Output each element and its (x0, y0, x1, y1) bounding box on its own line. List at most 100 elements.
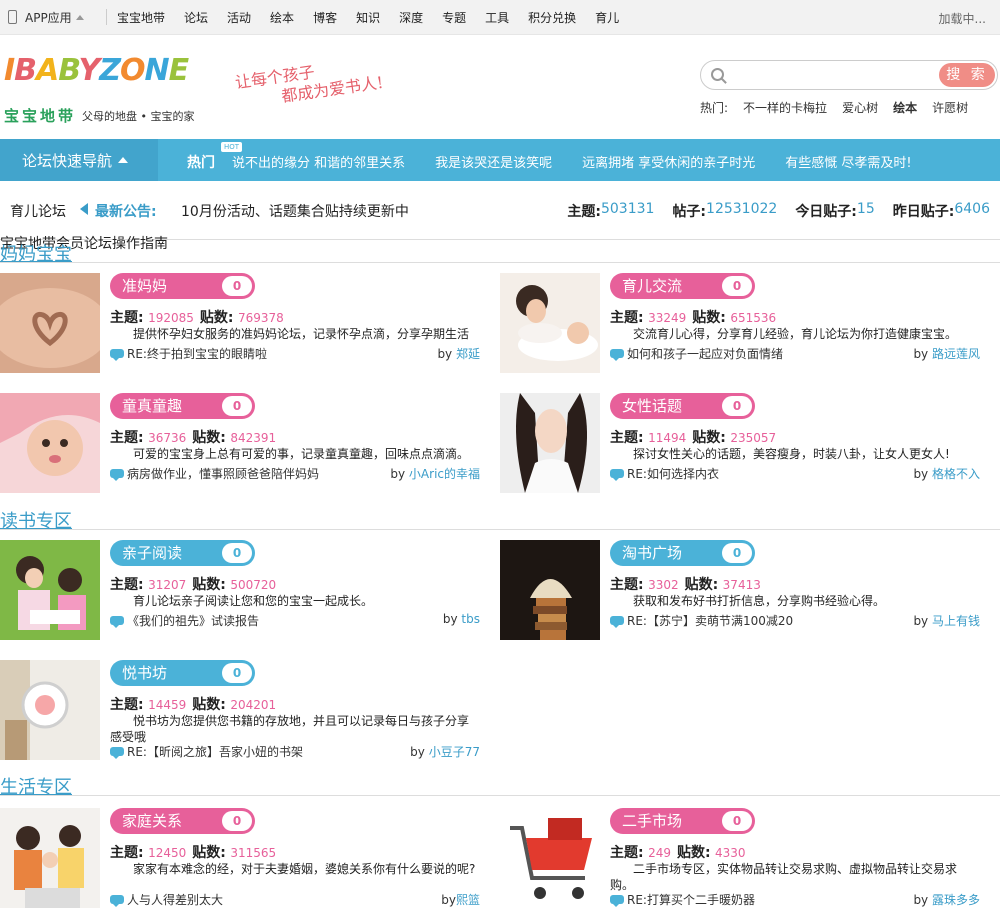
author-link[interactable]: tbs (461, 612, 480, 626)
hot-keywords: 热门: 不一样的卡梅拉 爱心树 绘本 许愿树 (700, 99, 983, 116)
forum-name-pill[interactable]: 淘书广场 0 (610, 540, 755, 566)
forum-thumbnail[interactable] (0, 393, 100, 493)
search-input[interactable] (731, 65, 935, 85)
forum-card: 悦书坊 0 主题: 14459 贴数: 204201 悦书坊为您提供您书籍的存放地，… (0, 660, 480, 760)
author-link[interactable]: 路远莲风 (932, 347, 980, 361)
forum-stats: 主题: 12450 贴数: 311565 (110, 842, 282, 862)
hot-topic-link[interactable]: 远离拥堵 享受休闲的亲子时光 (582, 152, 755, 171)
forum-thumbnail[interactable] (500, 808, 600, 908)
topics-count: 192085 (148, 311, 194, 325)
comment-icon (110, 895, 124, 907)
author-link[interactable]: 小Aric的幸福 (409, 467, 480, 481)
top-nav-item[interactable]: 博客 (313, 9, 337, 26)
author-link[interactable]: 熙篮 (456, 893, 480, 907)
chevron-up-icon (75, 14, 84, 20)
latest-post[interactable]: 病房做作业，懂事照顾爸爸陪伴妈妈 (110, 465, 319, 482)
latest-post[interactable]: RE:终于拍到宝宝的眼睛啦 (110, 345, 267, 362)
top-nav-item[interactable]: 宝宝地带 (117, 9, 165, 26)
latest-post[interactable]: 人与人得差别太大 (110, 891, 223, 908)
latest-post[interactable]: RE:【昕阅之旅】吾家小妞的书架 (110, 743, 303, 760)
posts-label: 贴数: (192, 577, 226, 593)
stat-value: 15 (856, 201, 875, 217)
latest-post-title: RE:【苏宁】卖萌节满100减20 (627, 614, 794, 628)
forum-name-pill[interactable]: 童真童趣 0 (110, 393, 255, 419)
latest-post[interactable]: RE:【苏宁】卖萌节满100减20 (610, 612, 793, 629)
logo[interactable]: IBABYZONE 宝宝地带 父母的地盘 • 宝宝的家 (4, 51, 195, 125)
forum-thumbnail[interactable] (0, 808, 100, 908)
forum-name-pill[interactable]: 准妈妈 0 (110, 273, 255, 299)
stat-label: 主题: (567, 204, 601, 220)
forum-stats: 主题: 14459 贴数: 204201 (110, 694, 282, 714)
author-link[interactable]: 格格不入 (932, 467, 980, 481)
top-nav-item[interactable]: 工具 (485, 9, 509, 26)
forum-name-pill[interactable]: 女性话题 0 (610, 393, 755, 419)
section-divider (0, 529, 1000, 530)
forum-description: 提供怀孕妇女服务的准妈妈论坛，记录怀孕点滴，分享孕期生活 (133, 327, 470, 341)
forum-name-pill[interactable]: 二手市场 0 (610, 808, 755, 834)
latest-post-title: 《我们的祖先》试读报告 (127, 614, 260, 628)
stat-label: 今日贴子: (795, 204, 857, 220)
top-nav-item[interactable]: 积分兑换 (528, 9, 576, 26)
latest-post[interactable]: 如何和孩子一起应对负面情绪 (610, 345, 783, 362)
forum-stats: 主题: 503131 帖子: 12531022 今日贴子: 15 昨日贴子: 6… (567, 201, 990, 221)
top-nav-item[interactable]: 活动 (227, 9, 251, 26)
forum-name: 亲子阅读 (122, 544, 183, 562)
latest-author: by 露珠多多 (913, 891, 980, 908)
stat-value: 6406 (954, 201, 990, 217)
forum-name-pill[interactable]: 家庭关系 0 (110, 808, 255, 834)
forum-description: 可爱的宝宝身上总有可爱的事，记录童真童趣，回味点点滴滴。 (133, 447, 470, 461)
posts-count: 311565 (230, 846, 277, 860)
author-link[interactable]: 小豆子77 (429, 745, 480, 759)
author-link[interactable]: 露珠多多 (932, 893, 980, 907)
hot-keyword[interactable]: 许愿树 (932, 99, 968, 116)
hot-keyword[interactable]: 绘本 (893, 99, 917, 116)
top-nav-item[interactable]: 知识 (356, 9, 380, 26)
forum-thumbnail[interactable] (0, 540, 100, 640)
hot-topic-link[interactable]: 我是该哭还是该笑呢 (435, 152, 552, 171)
forum-count-badge: 0 (222, 663, 252, 683)
author-link[interactable]: 马上有钱 (932, 614, 980, 628)
latest-post-title: RE:如何选择内衣 (627, 467, 719, 481)
forum-thumbnail[interactable] (500, 540, 600, 640)
notice-link[interactable]: 10月份活动、话题集合贴持续更新中 (181, 201, 409, 221)
topics-count: 36736 (148, 431, 187, 445)
latest-post-title: RE:打算买个二手暖奶器 (627, 893, 755, 907)
stat-value: 503131 (600, 201, 655, 217)
top-nav-item[interactable]: 育儿 (595, 9, 619, 26)
author-link[interactable]: 郑延 (456, 347, 480, 361)
slogan: 让每个孩子 都成为爱书人! (234, 53, 385, 113)
posts-count: 204201 (230, 698, 277, 712)
topics-count: 3302 (648, 578, 679, 592)
latest-post[interactable]: 《我们的祖先》试读报告 (110, 612, 259, 629)
hot-topic-link[interactable]: 说不出的缘分 和谐的邻里关系 (232, 152, 405, 171)
forum-name-pill[interactable]: 亲子阅读 0 (110, 540, 255, 566)
quick-nav-button[interactable]: 论坛快速导航 (0, 139, 158, 181)
forum-name-pill[interactable]: 悦书坊 0 (110, 660, 255, 686)
forum-name-pill[interactable]: 育儿交流 0 (610, 273, 755, 299)
hot-topic-link[interactable]: 有些感慨 尽孝需及时! (785, 152, 911, 171)
forum-thumbnail[interactable] (500, 393, 600, 493)
topics-count: 11494 (648, 431, 687, 445)
divider (106, 9, 107, 25)
announcement-icon (80, 203, 88, 215)
top-nav-item[interactable]: 专题 (442, 9, 466, 26)
search-button[interactable]: 搜 索 (939, 63, 995, 87)
hot-keyword[interactable]: 爱心树 (842, 99, 878, 116)
forum-thumbnail[interactable] (0, 660, 100, 760)
latest-author: by 路远莲风 (913, 345, 980, 362)
top-nav-item[interactable]: 论坛 (184, 9, 208, 26)
top-nav-item[interactable]: 深度 (399, 9, 423, 26)
forum-name: 家庭关系 (122, 812, 183, 830)
latest-post[interactable]: RE:如何选择内衣 (610, 465, 719, 482)
hot-keyword[interactable]: 不一样的卡梅拉 (743, 99, 827, 116)
forum-thumbnail[interactable] (0, 273, 100, 373)
latest-post[interactable]: RE:打算买个二手暖奶器 (610, 891, 755, 908)
forum-thumbnail[interactable] (500, 273, 600, 373)
logo-tagline: 父母的地盘 • 宝宝的家 (82, 109, 195, 123)
forum-count-badge: 0 (222, 396, 252, 416)
topics-count: 31207 (148, 578, 187, 592)
top-nav-item[interactable]: 绘本 (270, 9, 294, 26)
app-menu[interactable]: APP应用 (0, 9, 100, 26)
app-label: APP应用 (25, 10, 72, 25)
topics-label: 主题: (110, 845, 144, 861)
